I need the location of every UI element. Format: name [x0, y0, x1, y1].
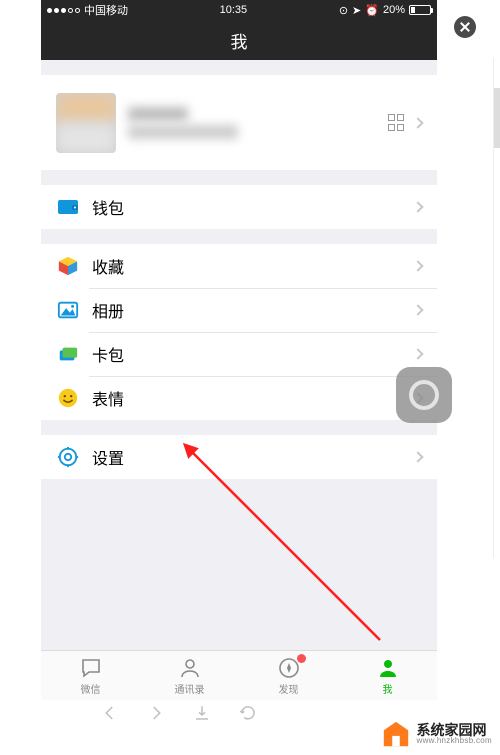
tab-label: 通讯录	[175, 681, 205, 696]
tab-contacts[interactable]: 通讯录	[140, 651, 239, 700]
chevron-right-icon	[412, 201, 423, 212]
cube-icon	[56, 254, 80, 278]
location-icon: ➤	[352, 4, 361, 17]
tab-label: 我	[383, 681, 393, 696]
row-cards[interactable]: 卡包	[41, 332, 437, 376]
logo-icon	[381, 719, 411, 749]
alarm-icon: ⏰	[365, 4, 379, 17]
row-album[interactable]: 相册	[41, 288, 437, 332]
tab-discover[interactable]: 发现	[239, 651, 338, 700]
viewer-toolbar	[41, 698, 437, 728]
group-wallet: 钱包	[41, 185, 437, 229]
close-icon	[460, 22, 470, 32]
profile-name-block	[128, 103, 388, 143]
back-icon[interactable]	[101, 704, 119, 722]
page-root: 中国移动 10:35 ⊙ ➤ ⏰ 20% 我	[0, 0, 500, 755]
row-settings[interactable]: 设置	[41, 435, 437, 479]
photo-icon	[56, 298, 80, 322]
download-icon[interactable]	[193, 704, 211, 722]
carrier-label: 中国移动	[84, 2, 128, 18]
tab-chats[interactable]: 微信	[41, 651, 140, 700]
person-icon	[178, 656, 202, 680]
chevron-right-icon	[412, 260, 423, 271]
wallet-icon	[56, 195, 80, 219]
adjacent-page-sliver	[493, 58, 500, 558]
chevron-right-icon	[412, 304, 423, 315]
lock-icon: ⊙	[339, 4, 348, 17]
clock: 10:35	[220, 4, 248, 16]
nav-bar: 我	[41, 20, 437, 60]
assistive-touch-button[interactable]	[396, 367, 452, 423]
profile-row[interactable]	[41, 75, 437, 170]
battery-pct: 20%	[383, 4, 405, 16]
group-settings: 设置	[41, 435, 437, 479]
tab-label: 发现	[279, 681, 299, 696]
forward-icon[interactable]	[147, 704, 165, 722]
smiley-icon	[56, 386, 80, 410]
row-label: 设置	[92, 445, 124, 469]
row-label: 相册	[92, 298, 124, 322]
tab-label: 微信	[81, 681, 101, 696]
person-filled-icon	[376, 656, 400, 680]
row-favorites[interactable]: 收藏	[41, 244, 437, 288]
group-content: 收藏 相册 卡包 表情	[41, 244, 437, 420]
row-wallet[interactable]: 钱包	[41, 185, 437, 229]
close-button[interactable]	[454, 16, 476, 38]
watermark-url: www.hnzkhbsb.com	[417, 737, 493, 745]
chevron-right-icon	[412, 348, 423, 359]
avatar	[56, 93, 116, 153]
row-label: 表情	[92, 386, 124, 410]
chat-bubble-icon	[79, 656, 103, 680]
row-label: 钱包	[92, 195, 124, 219]
watermark-title: 系统家园网	[417, 723, 493, 737]
gear-icon	[56, 445, 80, 469]
row-label: 卡包	[92, 342, 124, 366]
refresh-icon[interactable]	[239, 704, 257, 722]
row-label: 收藏	[92, 254, 124, 278]
chevron-right-icon	[412, 117, 423, 128]
card-stack-icon	[56, 342, 80, 366]
chevron-right-icon	[412, 451, 423, 462]
row-stickers[interactable]: 表情	[41, 376, 437, 420]
phone-screenshot: 中国移动 10:35 ⊙ ➤ ⏰ 20% 我	[41, 0, 437, 700]
notification-badge	[297, 654, 306, 663]
watermark: 系统家园网 www.hnzkhbsb.com	[381, 719, 493, 749]
page-title: 我	[231, 28, 248, 53]
signal-dots-icon	[47, 8, 80, 13]
status-bar: 中国移动 10:35 ⊙ ➤ ⏰ 20%	[41, 0, 437, 20]
qr-code-icon[interactable]	[388, 114, 406, 132]
tab-bar: 微信 通讯录 发现 我	[41, 650, 437, 700]
battery-icon	[409, 5, 431, 15]
tab-me[interactable]: 我	[338, 651, 437, 700]
